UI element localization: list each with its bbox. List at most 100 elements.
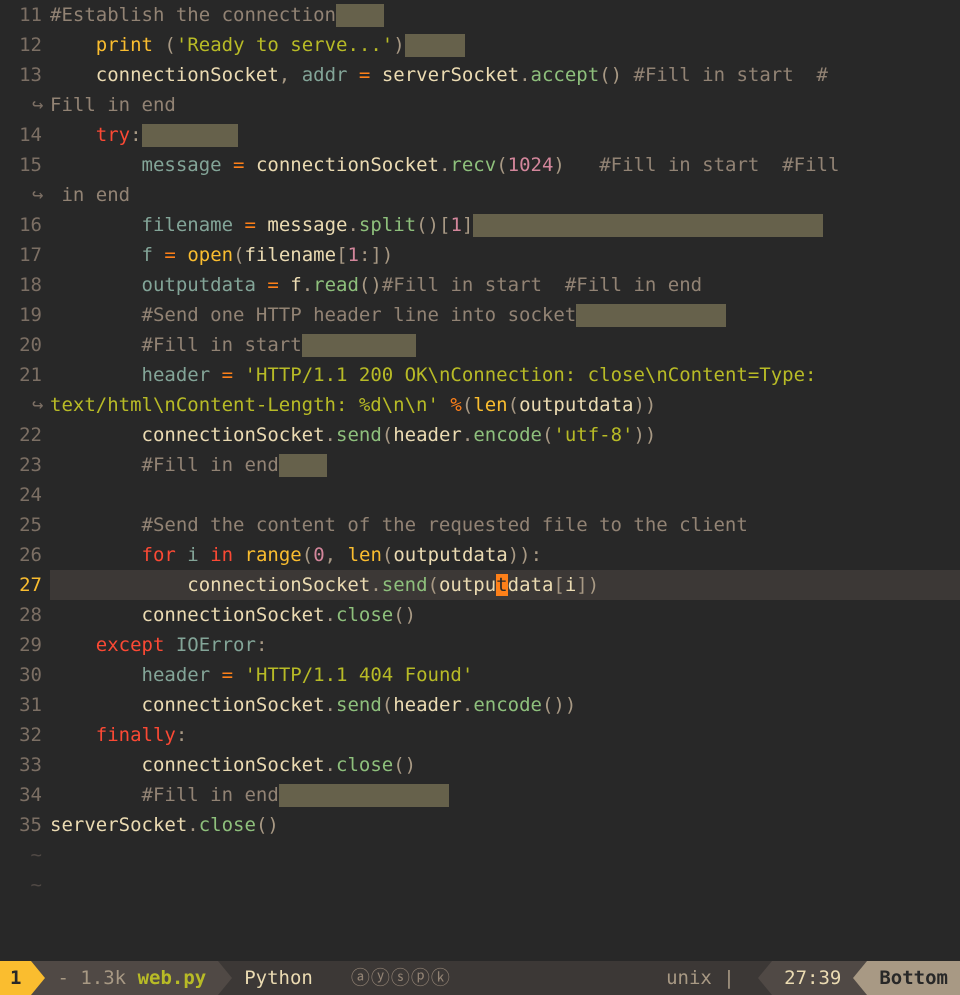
code-line-wrap[interactable]: ↪ in end: [0, 180, 960, 210]
token: 1: [450, 214, 461, 236]
code-content[interactable]: #Fill in end: [50, 450, 960, 480]
code-content[interactable]: [50, 480, 960, 510]
code-content[interactable]: connectionSocket.send(header.encode()): [50, 690, 960, 720]
token: .: [462, 694, 473, 716]
code-line[interactable]: 31 connectionSocket.send(header.encode()…: [0, 690, 960, 720]
token: filename: [245, 244, 337, 266]
token: connectionSocket: [50, 604, 325, 626]
trailing-whitespace: [336, 4, 384, 27]
code-content[interactable]: Fill in end: [50, 90, 960, 120]
token: [347, 64, 358, 86]
code-content[interactable]: text/html\nContent-Length: %d\n\n' %(len…: [50, 390, 960, 420]
token: #Fill in start: [142, 334, 302, 356]
file-size: 1.3k: [80, 963, 126, 993]
token: ): [393, 34, 404, 56]
code-content[interactable]: connectionSocket, addr = serverSocket.ac…: [50, 60, 960, 90]
trailing-whitespace: [473, 214, 823, 237]
code-content[interactable]: try:: [50, 120, 960, 150]
token: (): [256, 814, 279, 836]
code-line-wrap[interactable]: ↪Fill in end: [0, 90, 960, 120]
code-line[interactable]: 22 connectionSocket.send(header.encode('…: [0, 420, 960, 450]
code-content[interactable]: connectionSocket.send(header.encode('utf…: [50, 420, 960, 450]
token: [: [336, 244, 347, 266]
code-content[interactable]: serverSocket.close(): [50, 810, 960, 840]
token: [50, 214, 142, 236]
code-line[interactable]: 23 #Fill in end: [0, 450, 960, 480]
code-content[interactable]: #Send one HTTP header line into socket: [50, 300, 960, 330]
code-line[interactable]: 16 filename = message.split()[1]: [0, 210, 960, 240]
token: text/html\nContent-Length: %d\n\n': [50, 394, 439, 416]
code-content[interactable]: connectionSocket.close(): [50, 600, 960, 630]
token: t: [496, 574, 507, 596]
code-line[interactable]: 21 header = 'HTTP/1.1 200 OK\nConnection…: [0, 360, 960, 390]
code-content[interactable]: connectionSocket.send(outputdata[i]): [50, 570, 960, 600]
token: connectionSocket: [50, 694, 325, 716]
code-content[interactable]: header = 'HTTP/1.1 404 Found': [50, 660, 960, 690]
code-line[interactable]: 18 outputdata = f.read()#Fill in start #…: [0, 270, 960, 300]
code-line[interactable]: 35serverSocket.close(): [0, 810, 960, 840]
line-number: 13: [0, 60, 50, 90]
code-line[interactable]: 19 #Send one HTTP header line into socke…: [0, 300, 960, 330]
token: #Send the content of the requested file …: [142, 514, 748, 536]
token: send: [336, 694, 382, 716]
token: [50, 664, 142, 686]
code-content[interactable]: for i in range(0, len(outputdata)):: [50, 540, 960, 570]
code-content[interactable]: filename = message.split()[1]: [50, 210, 960, 240]
trailing-whitespace: [576, 304, 726, 327]
code-line-wrap[interactable]: ↪text/html\nContent-Length: %d\n\n' %(le…: [0, 390, 960, 420]
code-line[interactable]: 12 print ('Ready to serve...'): [0, 30, 960, 60]
code-content[interactable]: f = open(filename[1:]): [50, 240, 960, 270]
token: (: [382, 424, 393, 446]
token: #Fill in start #Fill: [599, 154, 839, 176]
code-content[interactable]: #Establish the connection: [50, 0, 960, 30]
token: outputdata: [142, 274, 256, 296]
code-line[interactable]: 24: [0, 480, 960, 510]
token: i: [565, 574, 576, 596]
token: =: [222, 364, 233, 386]
token: for: [142, 544, 176, 566]
token: serverSocket: [370, 64, 519, 86]
token: outputdata: [393, 544, 507, 566]
code-line[interactable]: 25 #Send the content of the requested fi…: [0, 510, 960, 540]
token: (: [496, 154, 507, 176]
code-content[interactable]: #Send the content of the requested file …: [50, 510, 960, 540]
token: close: [336, 754, 393, 776]
code-content[interactable]: #Fill in end: [50, 780, 960, 810]
token: encode: [473, 424, 542, 446]
token: [233, 544, 244, 566]
code-content[interactable]: #Fill in start: [50, 330, 960, 360]
token: [50, 64, 96, 86]
line-number: 14: [0, 120, 50, 150]
token: [50, 454, 142, 476]
code-line[interactable]: 17 f = open(filename[1:]): [0, 240, 960, 270]
code-line[interactable]: 30 header = 'HTTP/1.1 404 Found': [0, 660, 960, 690]
token: range: [245, 544, 302, 566]
token: (): [393, 754, 416, 776]
code-content[interactable]: connectionSocket.close(): [50, 750, 960, 780]
code-line[interactable]: 32 finally:: [0, 720, 960, 750]
code-content[interactable]: in end: [50, 180, 960, 210]
token: [50, 784, 142, 806]
code-line[interactable]: 27 connectionSocket.send(outputdata[i]): [0, 570, 960, 600]
token: IOError: [176, 634, 256, 656]
token: [: [553, 574, 564, 596]
token: [50, 364, 142, 386]
code-line[interactable]: 34 #Fill in end: [0, 780, 960, 810]
code-line[interactable]: 29 except IOError:: [0, 630, 960, 660]
code-editor[interactable]: 11#Establish the connection12 print ('Re…: [0, 0, 960, 961]
code-content[interactable]: outputdata = f.read()#Fill in start #Fil…: [50, 270, 960, 300]
code-content[interactable]: message = connectionSocket.recv(1024) #F…: [50, 150, 960, 180]
code-content[interactable]: except IOError:: [50, 630, 960, 660]
line-number: 26: [0, 540, 50, 570]
code-line[interactable]: 13 connectionSocket, addr = serverSocket…: [0, 60, 960, 90]
code-line[interactable]: 28 connectionSocket.close(): [0, 600, 960, 630]
code-content[interactable]: finally:: [50, 720, 960, 750]
code-line[interactable]: 33 connectionSocket.close(): [0, 750, 960, 780]
code-line[interactable]: 26 for i in range(0, len(outputdata)):: [0, 540, 960, 570]
code-line[interactable]: 11#Establish the connection: [0, 0, 960, 30]
code-line[interactable]: 14 try:: [0, 120, 960, 150]
code-content[interactable]: print ('Ready to serve...'): [50, 30, 960, 60]
code-content[interactable]: header = 'HTTP/1.1 200 OK\nConnection: c…: [50, 360, 960, 390]
code-line[interactable]: 15 message = connectionSocket.recv(1024)…: [0, 150, 960, 180]
code-line[interactable]: 20 #Fill in start: [0, 330, 960, 360]
